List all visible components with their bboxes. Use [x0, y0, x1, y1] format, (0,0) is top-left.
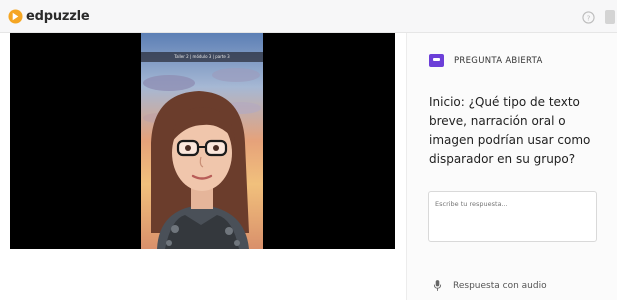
video-player[interactable]: Taller 2 | módulo 3 | parte 3: [10, 33, 395, 249]
audio-answer-label: Respuesta con audio: [453, 280, 547, 291]
question-type-label: PREGUNTA ABIERTA: [454, 55, 543, 66]
video-still-image: [141, 33, 263, 249]
question-panel: PREGUNTA ABIERTA Inicio: ¿Qué tipo de te…: [406, 33, 617, 300]
account-icon[interactable]: [605, 10, 615, 24]
brand-logo[interactable]: edpuzzle: [8, 9, 90, 24]
answer-input[interactable]: [428, 191, 597, 242]
edpuzzle-logo-icon: [8, 9, 23, 24]
brand-name: edpuzzle: [26, 9, 90, 24]
open-question-icon: [429, 54, 444, 67]
svg-text:?: ?: [587, 13, 591, 22]
audio-answer-button[interactable]: Respuesta con audio: [433, 280, 547, 291]
webcam-video-frame: Taller 2 | módulo 3 | parte 3: [141, 33, 263, 249]
top-bar: edpuzzle ?: [0, 0, 617, 33]
microphone-icon: [433, 280, 442, 291]
question-text: Inicio: ¿Qué tipo de texto breve, narrac…: [429, 95, 591, 166]
question-header: PREGUNTA ABIERTA: [429, 54, 543, 67]
video-caption: Taller 2 | módulo 3 | parte 3: [141, 52, 263, 62]
help-circle-icon[interactable]: ?: [582, 11, 595, 24]
